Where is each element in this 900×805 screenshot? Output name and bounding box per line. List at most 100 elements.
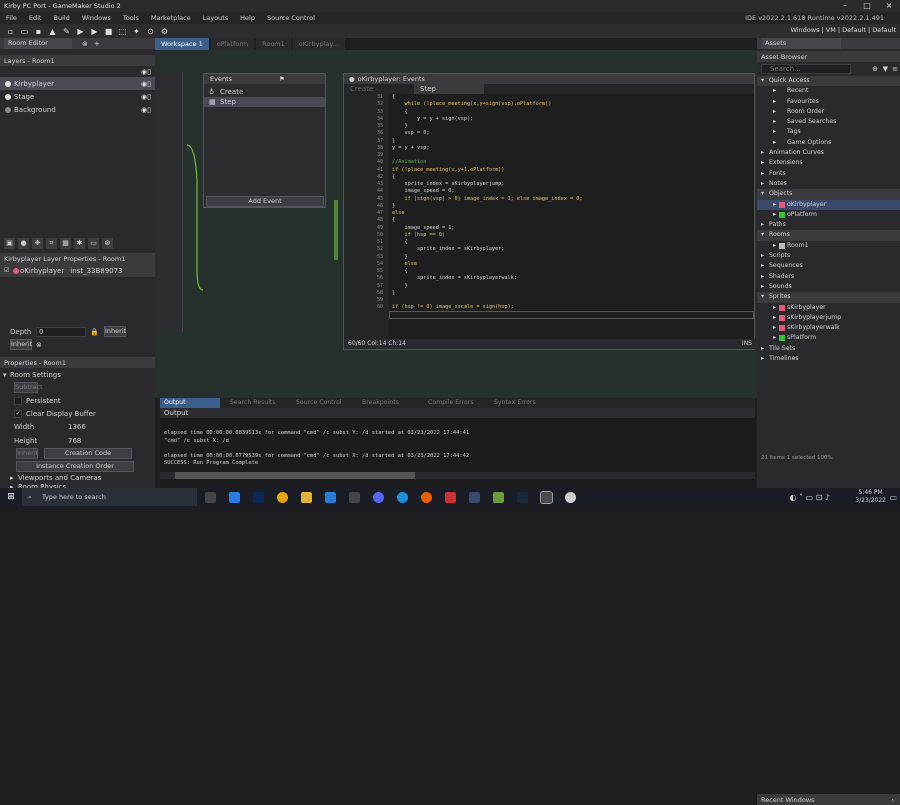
add-icon[interactable]: ⊕ [872, 65, 878, 73]
lock-icon[interactable]: 🔒 [90, 328, 99, 336]
asset-item[interactable]: ▸ sKirbyplayer [757, 303, 900, 313]
event-step[interactable]: ▦ Step [204, 97, 325, 107]
clear-display-row[interactable]: ✓ Clear Display Buffer [0, 407, 155, 420]
code-line[interactable]: } [392, 138, 754, 145]
code-line[interactable]: { [392, 94, 754, 101]
layer-kirbyplayer[interactable]: Kirbyplayer ◉▯ [0, 77, 155, 90]
firefox-icon[interactable] [421, 491, 432, 503]
settings-icon[interactable]: ⚙ [160, 27, 169, 36]
code-line[interactable]: //Animation [392, 159, 754, 166]
chevron-right-icon[interactable]: ▸ [761, 179, 764, 189]
edge-icon[interactable] [397, 491, 408, 503]
code-line[interactable]: image_speed = 0; [392, 188, 754, 195]
add-path-icon[interactable]: ⌗ [46, 238, 57, 249]
layer-background[interactable]: Background ◉▯ [0, 103, 155, 116]
layer-stage[interactable]: Stage ◉▯ [0, 90, 155, 103]
asset-item[interactable]: ▸ Tile Sets [757, 344, 900, 354]
asset-item[interactable]: ▸ Timelines [757, 354, 900, 364]
persistent-checkbox[interactable] [14, 396, 22, 405]
asset-item[interactable]: ▸ Favourites [757, 97, 900, 107]
asset-item[interactable]: ▾ Quick Access [757, 76, 900, 87]
steam-icon[interactable] [517, 491, 528, 503]
asset-item[interactable]: ▸ Paths [757, 220, 900, 230]
menu-marketplace[interactable]: Marketplace [151, 14, 191, 22]
code-line[interactable]: else [392, 261, 754, 268]
chevron-right-icon[interactable]: ▸ [773, 97, 776, 107]
output-tab[interactable]: Search Results [226, 398, 286, 408]
chevron-right-icon[interactable]: ▸ [761, 344, 764, 354]
chevron-right-icon[interactable]: ▸ [773, 313, 776, 323]
chevron-right-icon[interactable]: ▸ [761, 251, 764, 261]
open-icon[interactable]: ▭ [20, 27, 29, 36]
expand-icon[interactable]: ▸ [10, 474, 14, 482]
add-instance-layer-icon[interactable]: ▣ [4, 238, 15, 249]
creation-code-button[interactable]: Creation Code [44, 448, 132, 459]
tab-step[interactable]: Step [414, 84, 484, 94]
app-window-icon[interactable] [469, 491, 480, 503]
clear-icon[interactable]: ⊗ [36, 341, 42, 349]
instance-item[interactable]: ☑ oKirbyplayer inst_33B89073 [0, 264, 155, 277]
tab-oplatform[interactable]: oPlatform [210, 38, 255, 50]
output-tab[interactable]: Compile Errors [424, 398, 484, 408]
run-icon[interactable]: ▶ [90, 27, 99, 36]
asset-item[interactable]: ▸ oPlatform [757, 210, 900, 220]
discord-icon[interactable] [373, 491, 384, 503]
code-line[interactable]: if (!place_meeting(x,y+1,oPlatform)) [392, 167, 754, 174]
depth-field[interactable]: 0 [36, 326, 86, 337]
code-line[interactable]: } [392, 283, 754, 290]
menu-build[interactable]: Build [53, 14, 69, 22]
code-line[interactable]: else [392, 210, 754, 217]
asset-item[interactable]: ▸ Tags [757, 127, 900, 137]
asset-item[interactable]: ▸ Fonts [757, 169, 900, 179]
chevron-right-icon[interactable]: ▸ [761, 261, 764, 271]
add-tab-icon[interactable]: + [94, 40, 100, 48]
viewports-row[interactable]: ▸ Viewports and Cameras [0, 473, 155, 482]
add-asset-icon[interactable]: ▦ [60, 238, 71, 249]
task-view-icon[interactable] [205, 491, 216, 503]
settings-app-icon[interactable] [349, 491, 360, 503]
event-create[interactable]: ♁ Create [204, 87, 325, 97]
chevron-right-icon[interactable]: ▸ [761, 148, 764, 158]
asset-item[interactable]: ▸ Sequences [757, 261, 900, 271]
add-event-button[interactable]: Add Event [206, 196, 324, 207]
add-effect-icon[interactable]: ✱ [74, 238, 85, 249]
chevron-right-icon[interactable]: ▸ [773, 333, 776, 343]
asset-item[interactable]: ▸ Saved Searches [757, 117, 900, 127]
eye-icon[interactable]: ◉▯ [141, 80, 151, 88]
clean-cache-icon[interactable]: ✦ [132, 27, 141, 36]
asset-item[interactable]: ▸ Animation Curves [757, 148, 900, 158]
code-line[interactable]: } [392, 254, 754, 261]
tab-workspace-1[interactable]: Workspace 1 [155, 38, 209, 50]
build-icon[interactable]: ▲ [48, 27, 57, 36]
asset-item[interactable]: ▸ oKirbyplayer [757, 199, 900, 210]
clock[interactable]: 5:46 PM 3/23/2022 [855, 489, 886, 505]
code-line[interactable]: sprite_index = sKirbyplayerwalk; [392, 275, 754, 282]
chevron-right-icon[interactable]: ▸ [773, 127, 776, 137]
menu-icon[interactable]: ≡ [892, 65, 898, 73]
chevron-right-icon[interactable]: ▸ [773, 107, 776, 117]
output-hscroll[interactable] [160, 472, 755, 479]
menu-layouts[interactable]: Layouts [203, 14, 228, 22]
code-line[interactable]: } [392, 123, 754, 130]
eye-icon[interactable]: ◉▯ [141, 68, 151, 76]
collapse-icon[interactable]: ▾ [3, 371, 7, 379]
asset-item[interactable]: ▾ Objects [757, 189, 900, 200]
code-line[interactable]: while (!place_meeting(x,y+sign(vsp),oPla… [392, 101, 754, 108]
stop-icon[interactable]: ■ [104, 27, 113, 36]
asset-item[interactable]: ▸ Room Order [757, 107, 900, 117]
add-background-icon[interactable]: ● [18, 238, 29, 249]
menu-help[interactable]: Help [240, 14, 255, 22]
asset-item[interactable]: ▾ Sprites [757, 292, 900, 303]
delete-layer-icon[interactable]: ⊗ [102, 238, 113, 249]
gamemaker-icon[interactable] [540, 490, 553, 504]
tab-okirbyplayer[interactable]: oKirbyplay... [292, 38, 345, 50]
tray-icons[interactable]: ◐ ˄ ▭ ⊡ ♪ [789, 493, 830, 502]
asset-item[interactable]: ▸ Shaders [757, 272, 900, 282]
code-line[interactable]: { [392, 174, 754, 181]
recent-windows[interactable]: Recent Windows › [757, 794, 900, 805]
photoshop-icon[interactable] [253, 491, 264, 503]
checkbox-icon[interactable]: ☑ [4, 267, 9, 274]
code-line[interactable]: } [392, 290, 754, 297]
code-line[interactable] [392, 297, 754, 304]
scroll-thumb[interactable] [175, 472, 415, 479]
